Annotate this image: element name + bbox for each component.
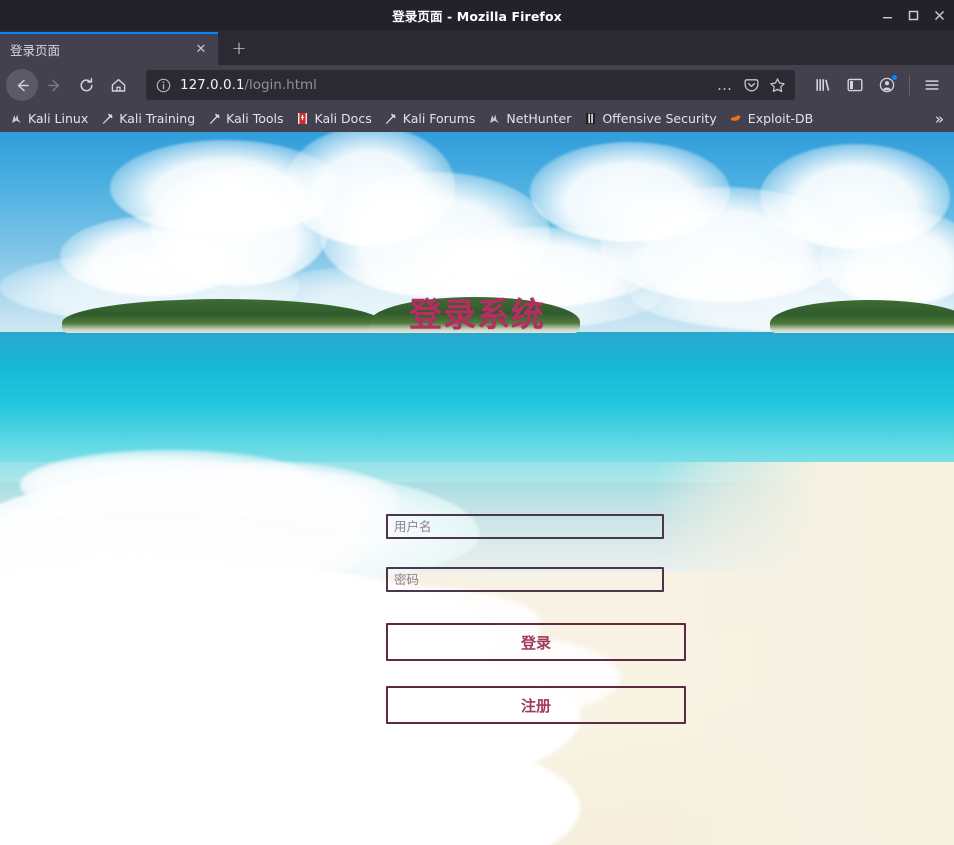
close-button[interactable] <box>933 9 946 22</box>
new-tab-button[interactable]: + <box>224 33 254 63</box>
bookmark-exploit-db[interactable]: Exploit-DB <box>724 109 820 128</box>
sidebar-icon[interactable] <box>839 69 871 101</box>
bookmark-kali-tools[interactable]: Kali Tools <box>202 109 290 128</box>
kali-axe-icon <box>100 112 114 126</box>
bookmarks-overflow-icon[interactable]: » <box>931 110 948 128</box>
kali-dragon-icon <box>9 112 23 126</box>
tab-strip: 登录页面 ✕ + <box>0 30 954 65</box>
bookmarks-bar: Kali Linux Kali Training Kali Tools Kali… <box>0 105 954 132</box>
password-input[interactable] <box>386 567 664 592</box>
forward-button[interactable] <box>38 69 70 101</box>
minimize-button[interactable] <box>881 9 894 22</box>
bookmark-kali-docs[interactable]: Kali Docs <box>291 109 379 128</box>
kali-axe-icon <box>384 112 398 126</box>
kali-dragon-icon <box>487 112 501 126</box>
bookmark-label: Kali Linux <box>28 111 89 126</box>
toolbar-divider <box>909 75 910 95</box>
exploitdb-flame-icon <box>729 112 743 126</box>
toolbar-right-group <box>807 69 948 101</box>
home-button[interactable] <box>102 69 134 101</box>
username-input[interactable] <box>386 514 664 539</box>
back-button[interactable] <box>6 69 38 101</box>
url-bar[interactable]: 127.0.0.1/login.html … <box>146 70 795 100</box>
register-button[interactable]: 注册 <box>386 686 686 724</box>
account-badge <box>891 74 898 81</box>
bookmark-kali-linux[interactable]: Kali Linux <box>4 109 95 128</box>
page-viewport: 登录系统 登录 注册 <box>0 132 954 845</box>
window-titlebar: 登录页面 - Mozilla Firefox <box>0 0 954 30</box>
url-host: 127.0.0.1 <box>180 77 245 93</box>
bookmark-label: Exploit-DB <box>747 111 814 126</box>
hamburger-menu-icon[interactable] <box>916 69 948 101</box>
bookmark-offensive-security[interactable]: Offensive Security <box>578 109 723 128</box>
bookmark-label: Kali Docs <box>314 111 372 126</box>
navigation-toolbar: 127.0.0.1/login.html … <box>0 65 954 105</box>
reload-button[interactable] <box>70 69 102 101</box>
login-button[interactable]: 登录 <box>386 623 686 661</box>
bookmark-label: Kali Training <box>119 111 196 126</box>
bookmark-label: Offensive Security <box>602 111 717 126</box>
library-icon[interactable] <box>807 69 839 101</box>
page-title: 登录系统 <box>409 295 545 334</box>
bookmark-nethunter[interactable]: NetHunter <box>482 109 578 128</box>
url-path: /login.html <box>244 77 317 93</box>
tab-title: 登录页面 <box>10 43 61 58</box>
bookmark-label: Kali Forums <box>402 111 476 126</box>
bookmark-kali-forums[interactable]: Kali Forums <box>379 109 483 128</box>
url-text[interactable]: 127.0.0.1/login.html <box>180 77 712 93</box>
kali-docs-icon <box>296 112 310 126</box>
bookmark-label: Kali Tools <box>226 111 284 126</box>
maximize-button[interactable] <box>907 9 920 22</box>
window-controls <box>881 0 946 30</box>
kali-axe-icon <box>207 112 221 126</box>
bookmark-kali-training[interactable]: Kali Training <box>95 109 202 128</box>
tab-close-icon[interactable]: ✕ <box>192 41 210 59</box>
window-title: 登录页面 - Mozilla Firefox <box>392 8 562 24</box>
page-actions-icon[interactable]: … <box>712 72 738 98</box>
browser-tab[interactable]: 登录页面 ✕ <box>0 32 218 65</box>
bookmark-star-icon[interactable] <box>764 72 790 98</box>
info-icon[interactable] <box>155 77 172 94</box>
offsec-icon <box>583 112 597 126</box>
account-icon[interactable] <box>871 69 903 101</box>
login-form: 登录系统 登录 注册 <box>0 132 954 845</box>
bookmark-label: NetHunter <box>506 111 572 126</box>
pocket-icon[interactable] <box>738 72 764 98</box>
